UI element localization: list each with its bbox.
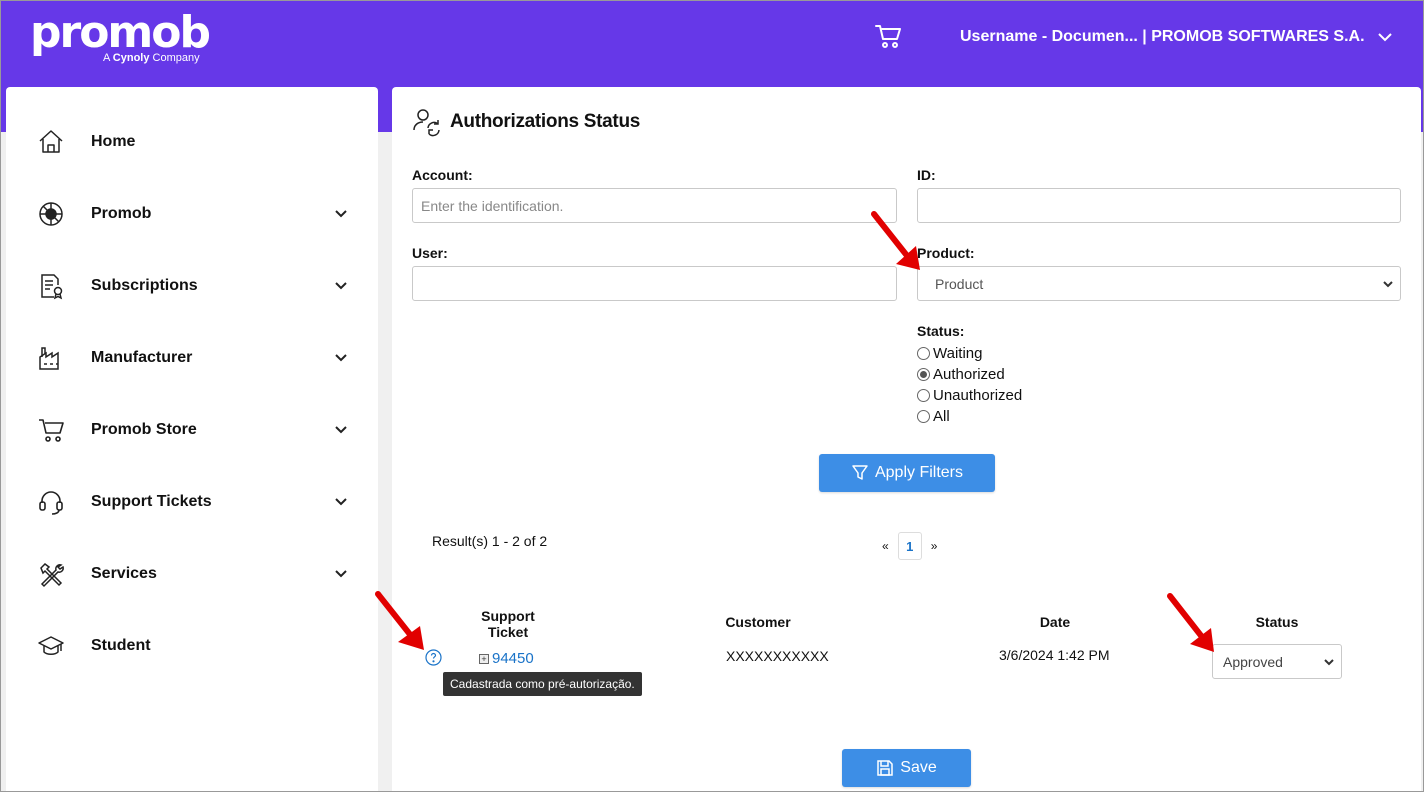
radio-button[interactable]: [917, 410, 930, 423]
chevron-down-icon: [335, 570, 347, 578]
status-radio-group: Waiting Authorized Unauthorized All: [917, 343, 1022, 427]
column-header-support-ticket: Support Ticket: [468, 608, 548, 640]
column-header-line: Support: [481, 608, 535, 624]
chevron-down-icon: [335, 282, 347, 290]
graduation-cap-icon: [38, 636, 64, 655]
sidebar-item-student[interactable]: Student: [6, 610, 378, 682]
pager-next[interactable]: »: [931, 539, 938, 553]
pager-prev[interactable]: «: [882, 539, 889, 553]
radio-label: Waiting: [933, 345, 983, 362]
promob-logo[interactable]: promob A Cynoly Company: [30, 7, 211, 65]
cart-icon[interactable]: [874, 22, 902, 50]
sidebar-item-label: Student: [91, 637, 151, 654]
chevron-down-icon: [335, 426, 347, 434]
sidebar-item-promob-store[interactable]: Promob Store: [6, 394, 378, 466]
sidebar-item-manufacturer[interactable]: Manufacturer: [6, 322, 378, 394]
status-option-unauthorized[interactable]: Unauthorized: [917, 385, 1022, 406]
results-count: Result(s) 1 - 2 of 2: [432, 533, 548, 549]
status-option-waiting[interactable]: Waiting: [917, 343, 1022, 364]
ticket-link[interactable]: + 94450: [479, 650, 534, 667]
sidebar-item-label: Support Tickets: [91, 493, 212, 510]
radio-button[interactable]: [917, 347, 930, 360]
sidebar-item-services[interactable]: Services: [6, 538, 378, 610]
annotation-arrow: [871, 211, 920, 270]
column-header-date: Date: [1039, 614, 1071, 630]
column-header-status: Status: [1255, 614, 1299, 630]
radio-button-selected[interactable]: [917, 368, 930, 381]
sidebar-item-label: Services: [91, 565, 157, 582]
user-account-label: Username - Documen... | PROMOB SOFTWARES…: [960, 28, 1365, 45]
chevron-down-icon: [335, 354, 347, 362]
annotation-arrow: [375, 591, 424, 650]
id-input[interactable]: [917, 188, 1401, 223]
chevron-down-icon: [1377, 33, 1392, 42]
radio-label: Unauthorized: [933, 387, 1023, 404]
sidebar-item-label: Promob Store: [91, 421, 197, 438]
subscription-document-icon: [41, 274, 63, 300]
ticket-number[interactable]: 94450: [492, 650, 534, 667]
save-button[interactable]: Save: [842, 749, 971, 787]
user-label: User:: [412, 245, 448, 261]
apply-filters-button[interactable]: Apply Filters: [819, 454, 995, 492]
chevron-down-icon: [335, 498, 347, 506]
product-select[interactable]: Product: [917, 266, 1401, 301]
apply-filters-label: Apply Filters: [874, 464, 964, 481]
account-label: Account:: [412, 167, 473, 183]
logo-word: promob: [30, 7, 211, 58]
tools-icon: [40, 563, 64, 588]
pagination: « 1 »: [882, 532, 937, 560]
filter-icon: [852, 465, 868, 480]
user-account-menu[interactable]: Username - Documen... | PROMOB SOFTWARES…: [960, 28, 1393, 46]
chevron-down-icon: [1383, 281, 1393, 288]
sidebar-item-label: Manufacturer: [91, 349, 193, 366]
chevron-down-icon: [335, 210, 347, 218]
status-label: Status:: [917, 323, 965, 339]
expand-plus-icon[interactable]: +: [479, 653, 489, 664]
sidebar-item-label: Promob: [91, 205, 152, 222]
tooltip: Cadastrada como pré-autorização.: [443, 672, 642, 696]
sidebar-item-support-tickets[interactable]: Support Tickets: [6, 466, 378, 538]
user-input[interactable]: [412, 266, 897, 301]
save-label: Save: [900, 759, 937, 776]
column-header-line: Ticket: [487, 624, 529, 640]
sidebar-item-promob[interactable]: Promob: [6, 178, 378, 250]
account-input[interactable]: [412, 188, 897, 223]
page-title-text: Authorizations Status: [450, 111, 641, 132]
headset-icon: [39, 491, 63, 515]
radio-button[interactable]: [917, 389, 930, 402]
status-option-all[interactable]: All: [917, 406, 1022, 427]
logo-tagline: A Cynoly Company: [103, 52, 200, 64]
factory-icon: [39, 347, 59, 370]
chevron-down-icon: [1324, 659, 1334, 666]
product-select-value: Product: [935, 275, 984, 292]
page-title: Authorizations Status: [412, 107, 640, 137]
column-header-customer: Customer: [725, 614, 791, 630]
date-cell: 3/6/2024 1:42 PM: [999, 647, 1110, 663]
id-label: ID:: [917, 167, 936, 183]
annotation-arrow: [1167, 593, 1214, 652]
sidebar-item-label: Subscriptions: [91, 277, 198, 294]
radio-label: Authorized: [933, 366, 1005, 383]
promob-logo-icon: [39, 202, 63, 226]
cart-icon: [39, 419, 64, 442]
home-icon: [39, 130, 63, 153]
sidebar-item-label: Home: [91, 133, 136, 150]
sidebar-item-home[interactable]: Home: [6, 106, 378, 178]
floppy-disk-icon: [877, 760, 894, 776]
sidebar: Home Promob Subscriptions Manufacturer P…: [6, 87, 378, 792]
pager-page-current[interactable]: 1: [897, 532, 922, 560]
status-option-authorized[interactable]: Authorized: [917, 364, 1022, 385]
user-sync-icon: [413, 109, 440, 137]
radio-label: All: [933, 408, 950, 425]
customer-cell: XXXXXXXXXXX: [726, 648, 829, 664]
main-content: Authorizations Status Account: ID: User:…: [392, 87, 1421, 792]
sidebar-item-subscriptions[interactable]: Subscriptions: [6, 250, 378, 322]
